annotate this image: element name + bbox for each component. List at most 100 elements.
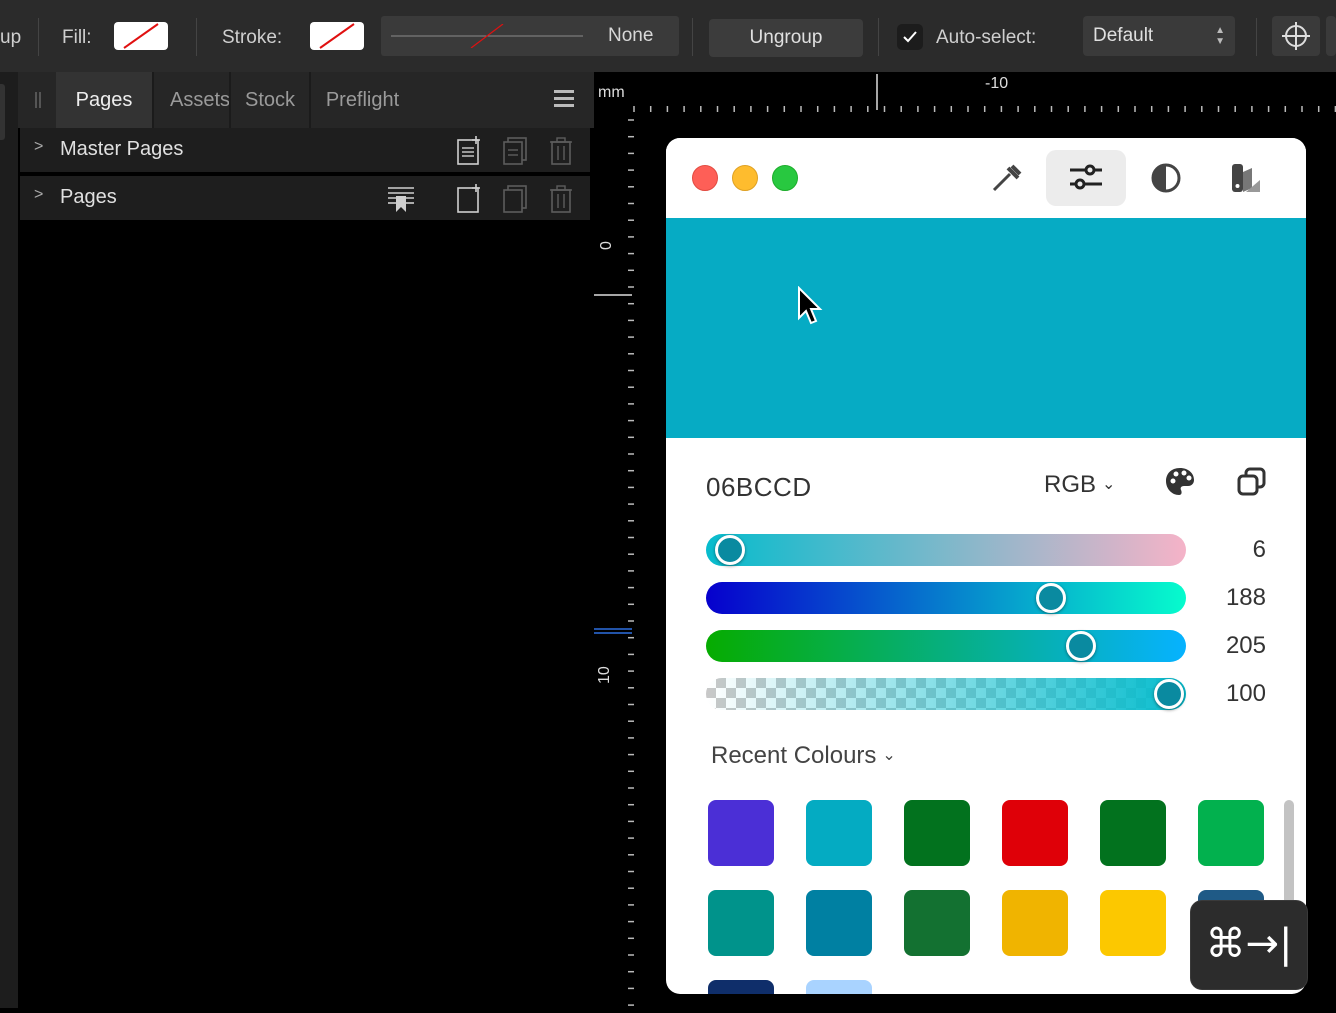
chevron-right-icon[interactable]: > <box>34 186 43 204</box>
recent-colour-swatch[interactable] <box>1002 890 1068 956</box>
stroke-swatch[interactable] <box>310 22 364 50</box>
recent-colour-swatch[interactable] <box>904 800 970 866</box>
tab-preflight[interactable]: Preflight <box>310 72 415 128</box>
colour-window-titlebar[interactable] <box>666 138 1306 218</box>
ruler-ticks-horizontal <box>633 74 1336 112</box>
zoom-window-button[interactable] <box>772 165 798 191</box>
recent-colour-swatch[interactable] <box>1002 800 1068 866</box>
chevron-down-icon: ⌄ <box>882 747 896 764</box>
recent-colours-label: Recent Colours <box>711 742 877 769</box>
toolbar-divider <box>692 18 693 56</box>
contrast-icon <box>1151 163 1181 193</box>
green-slider-track[interactable] <box>706 582 1186 614</box>
colour-model-value: RGB <box>1044 471 1097 498</box>
left-dock-edge <box>0 72 18 1008</box>
sliders-icon <box>1070 164 1102 190</box>
master-pages-label: Master Pages <box>60 138 184 160</box>
toolbar-divider <box>38 18 39 56</box>
sliders-tab[interactable] <box>1046 150 1126 206</box>
panel-grip-icon[interactable] <box>35 92 41 108</box>
palette-icon[interactable] <box>1164 466 1196 498</box>
ruler-label-v0: 0 <box>598 241 615 250</box>
alpha-value[interactable]: 100 <box>1196 680 1266 708</box>
recent-colour-swatch[interactable] <box>1100 890 1166 956</box>
stepper-arrows-icon: ▲ ▼ <box>1215 25 1225 47</box>
auto-select-value: Default <box>1093 25 1154 46</box>
snapping-button[interactable] <box>1272 16 1320 56</box>
recent-colour-swatch[interactable] <box>904 890 970 956</box>
green-value[interactable]: 188 <box>1196 584 1266 612</box>
recent-colours-dropdown[interactable]: Recent Colours ⌄ <box>711 742 896 770</box>
shortcut-hud: ⌘→| <box>1190 900 1308 990</box>
red-value[interactable]: 6 <box>1196 536 1266 564</box>
red-slider-track[interactable] <box>706 534 1186 566</box>
colour-preview[interactable] <box>666 218 1306 438</box>
pages-section[interactable]: > Pages <box>20 176 590 220</box>
panel-menu-icon[interactable] <box>554 90 574 108</box>
alpha-slider-knob[interactable] <box>1154 679 1184 709</box>
apply-master-icon[interactable] <box>386 184 416 214</box>
recent-colour-swatch[interactable] <box>806 800 872 866</box>
contrast-tab[interactable] <box>1126 150 1206 206</box>
add-master-page-icon[interactable] <box>456 136 482 166</box>
close-window-button[interactable] <box>692 165 718 191</box>
blue-value[interactable]: 205 <box>1196 632 1266 660</box>
master-pages-section[interactable]: > Master Pages <box>20 128 590 172</box>
trash-icon[interactable] <box>548 136 574 166</box>
duplicate-page-icon[interactable] <box>502 184 528 214</box>
ungroup-button[interactable]: Ungroup <box>709 19 863 57</box>
add-page-icon[interactable] <box>456 184 482 214</box>
pages-label: Pages <box>60 186 117 208</box>
eyedropper-tab[interactable] <box>966 150 1046 206</box>
recent-colour-swatch[interactable] <box>1198 800 1264 866</box>
palettes-tab[interactable] <box>1206 150 1286 206</box>
ruler-label-v10: 10 <box>596 666 613 684</box>
minimize-window-button[interactable] <box>732 165 758 191</box>
alpha-slider-track[interactable] <box>706 678 1186 710</box>
recent-colour-swatch[interactable] <box>708 800 774 866</box>
pages-panel: Pages Assets Stock Preflight > Master Pa… <box>18 72 594 1008</box>
green-slider-knob[interactable] <box>1036 583 1066 613</box>
top-toolbar: up Fill: Stroke: None Ungroup Auto-selec… <box>0 0 1336 73</box>
ruler-label-h: -10 <box>985 75 1009 92</box>
chevron-down-icon: ⌄ <box>1102 476 1116 493</box>
red-slider-knob[interactable] <box>715 535 745 565</box>
toolbar-overflow-button[interactable] <box>1326 16 1336 56</box>
swatch-book-icon <box>1232 164 1260 192</box>
toolbar-divider <box>196 18 197 56</box>
toolbar-divider <box>1256 18 1257 56</box>
no-stroke-icon <box>319 23 355 49</box>
recent-colour-swatch[interactable] <box>1100 800 1166 866</box>
chevron-right-icon[interactable]: > <box>34 138 43 156</box>
mouse-pointer-icon <box>798 286 823 325</box>
auto-select-dropdown[interactable]: Default ▲ ▼ <box>1083 16 1235 56</box>
recent-colour-swatch[interactable] <box>708 980 774 994</box>
auto-select-checkbox[interactable] <box>897 24 923 50</box>
colour-picker-window: 06BCCD RGB ⌄ 6 188 205 100 Recent Colours… <box>666 138 1306 994</box>
stroke-style-value: None <box>608 25 654 46</box>
recent-colour-swatch[interactable] <box>708 890 774 956</box>
blue-slider-knob[interactable] <box>1066 631 1096 661</box>
duplicate-master-icon[interactable] <box>502 136 528 166</box>
group-button-fragment[interactable]: up <box>0 26 21 50</box>
colour-model-dropdown[interactable]: RGB ⌄ <box>1044 471 1115 499</box>
checkmark-icon <box>903 31 917 43</box>
toolbar-divider <box>878 18 879 56</box>
fill-label: Fill: <box>62 27 92 48</box>
blue-slider-track[interactable] <box>706 630 1186 662</box>
auto-select-label: Auto-select: <box>936 27 1037 48</box>
copy-icon[interactable] <box>1236 466 1268 498</box>
horizontal-ruler[interactable] <box>594 72 1336 116</box>
fill-swatch[interactable] <box>114 22 168 50</box>
no-fill-icon <box>123 23 159 49</box>
recent-colour-swatch[interactable] <box>806 980 872 994</box>
ruler-unit: mm <box>598 84 625 101</box>
hex-value[interactable]: 06BCCD <box>706 472 812 503</box>
dock-handle[interactable] <box>0 84 5 140</box>
recent-colour-swatch[interactable] <box>806 890 872 956</box>
crosshair-icon <box>1282 22 1310 50</box>
tab-pages[interactable]: Pages <box>56 72 152 128</box>
stroke-style-selector[interactable]: None <box>381 16 679 56</box>
tab-stock[interactable]: Stock <box>230 72 310 128</box>
trash-icon[interactable] <box>548 184 574 214</box>
